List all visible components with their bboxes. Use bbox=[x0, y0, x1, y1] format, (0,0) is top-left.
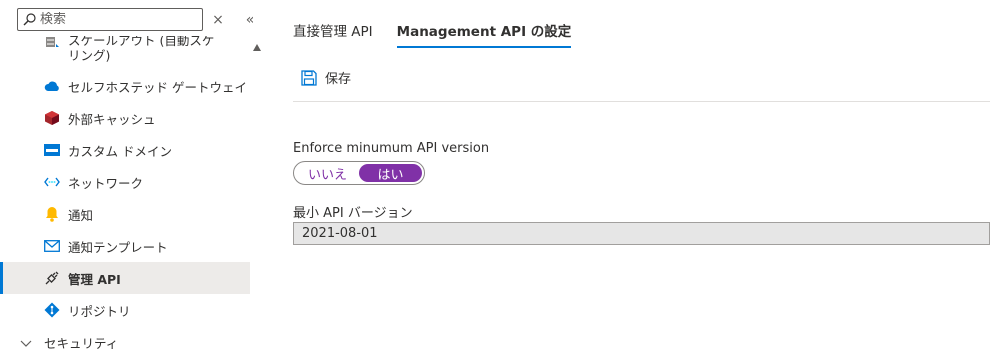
main-panel: 直接管理 API Management API の設定 保存 Enforce m… bbox=[266, 0, 990, 363]
search-box[interactable] bbox=[17, 8, 203, 31]
custom-domain-icon bbox=[44, 142, 60, 158]
sidebar-item-notification-templates[interactable]: 通知テンプレート bbox=[0, 230, 250, 262]
sidebar-item-repository[interactable]: リポジトリ bbox=[0, 294, 250, 326]
sidebar-item-network[interactable]: ネットワーク bbox=[0, 166, 250, 198]
sidebar-item-custom-domain[interactable]: カスタム ドメイン bbox=[0, 134, 250, 166]
sidebar-item-label: 通知 bbox=[68, 207, 94, 223]
sidebar-item-label: ネットワーク bbox=[68, 175, 144, 191]
tab-direct-management-api[interactable]: 直接管理 API bbox=[293, 20, 373, 48]
sidebar-item-label: スケールアウト (自動スケ リング) bbox=[68, 36, 215, 63]
save-label: 保存 bbox=[325, 72, 352, 87]
toggle-option-yes[interactable]: はい bbox=[359, 164, 422, 183]
sidebar-item-scale-out[interactable]: スケールアウト (自動スケ リング) bbox=[0, 36, 250, 66]
plug-icon bbox=[44, 270, 60, 286]
save-icon bbox=[301, 69, 317, 86]
collapse-sidebar-button[interactable]: « bbox=[240, 10, 260, 30]
scale-out-icon bbox=[44, 36, 60, 53]
sidebar-item-label: 外部キャッシュ bbox=[68, 111, 156, 127]
sidebar-group-security[interactable]: セキュリティ bbox=[0, 326, 250, 358]
sidebar-item-label: 管理 API bbox=[68, 271, 121, 287]
sidebar-item-external-cache[interactable]: 外部キャッシュ bbox=[0, 102, 250, 134]
tab-management-api-settings[interactable]: Management API の設定 bbox=[396, 20, 572, 48]
search-input[interactable] bbox=[40, 12, 190, 27]
sidebar-item-management-api[interactable]: 管理 API bbox=[0, 262, 250, 294]
mail-icon bbox=[44, 238, 60, 254]
cloud-gateway-icon bbox=[44, 78, 60, 94]
command-bar: 保存 bbox=[293, 66, 990, 102]
sidebar-item-label: セルフホステッド ゲートウェイ bbox=[68, 79, 247, 95]
sidebar-item-label: カスタム ドメイン bbox=[68, 143, 172, 159]
network-icon bbox=[44, 174, 60, 190]
sidebar-group-label: セキュリティ bbox=[44, 335, 119, 351]
sidebar-item-label: リポジトリ bbox=[68, 303, 131, 319]
sidebar-item-self-hosted-gateway[interactable]: セルフホステッド ゲートウェイ bbox=[0, 70, 250, 102]
enforce-version-label: Enforce minumum API version bbox=[293, 141, 490, 156]
sidebar-item-label: 通知テンプレート bbox=[68, 239, 168, 255]
tab-strip: 直接管理 API Management API の設定 bbox=[293, 20, 595, 48]
cache-cube-icon bbox=[44, 110, 60, 126]
search-icon bbox=[23, 13, 36, 26]
git-icon bbox=[44, 302, 60, 318]
min-api-version-label: 最小 API バージョン bbox=[293, 206, 413, 221]
sidebar: × « スケールアウト (自動スケ リング) セルフホステッド ゲートウェイ 外… bbox=[0, 0, 266, 363]
chevron-down-icon bbox=[20, 336, 32, 351]
toggle-option-no[interactable]: いいえ bbox=[296, 164, 359, 183]
sidebar-item-notifications[interactable]: 通知 bbox=[0, 198, 250, 230]
sidebar-nav: スケールアウト (自動スケ リング) セルフホステッド ゲートウェイ 外部キャッ… bbox=[0, 36, 250, 363]
scroll-up-arrow-icon[interactable] bbox=[253, 43, 261, 53]
enforce-version-toggle[interactable]: いいえ はい bbox=[293, 161, 425, 185]
min-api-version-field[interactable]: 2021-08-01 bbox=[293, 222, 990, 245]
save-button[interactable]: 保存 bbox=[301, 68, 351, 87]
clear-search-button[interactable]: × bbox=[208, 10, 228, 30]
bell-icon bbox=[44, 206, 60, 222]
